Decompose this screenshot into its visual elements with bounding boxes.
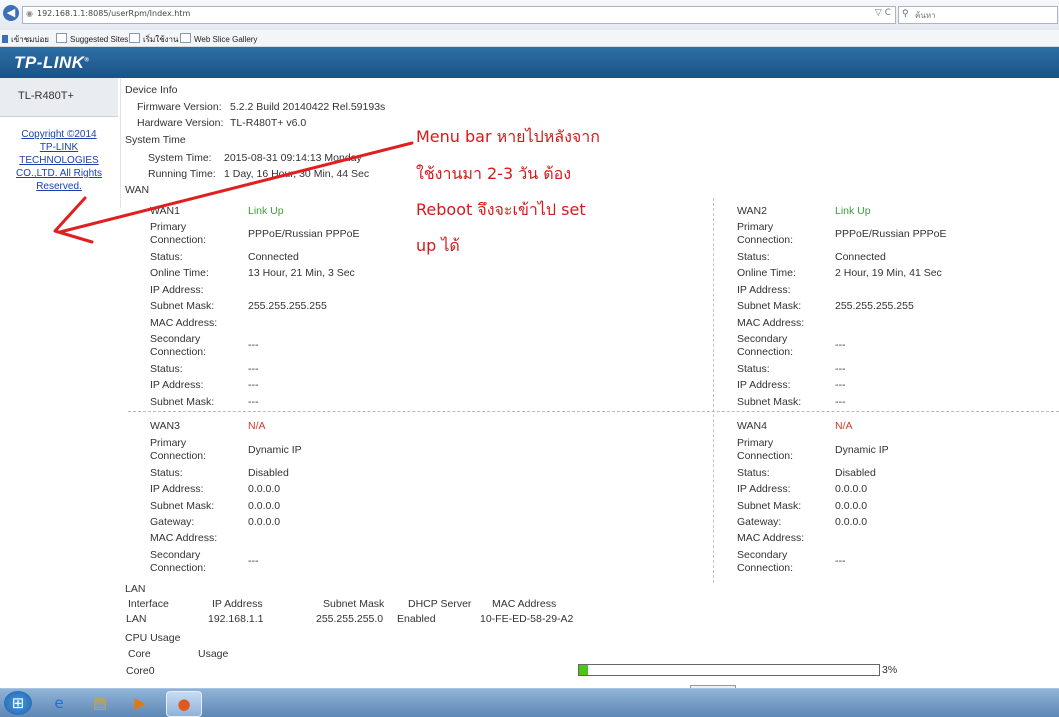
annotation-arrow <box>53 141 414 244</box>
start-button-icon[interactable]: ⊞ <box>4 691 32 715</box>
annotation-line-2: ใช้งานมา 2-3 วัน ต้อง <box>416 164 572 183</box>
media-player-icon[interactable]: ▶ <box>127 691 153 715</box>
annotation-line-3: Reboot จึงจะเข้าไป set <box>416 200 586 219</box>
taskbar: ⊞ e ▤ ▶ ● <box>0 688 1059 717</box>
folder-icon[interactable]: ▤ <box>87 691 113 715</box>
firefox-icon[interactable]: ● <box>166 691 202 717</box>
annotation-line-1: Menu bar หายไปหลังจาก <box>416 127 600 146</box>
internet-explorer-icon[interactable]: e <box>46 691 72 715</box>
annotation-line-4: up ได้ <box>416 236 460 255</box>
